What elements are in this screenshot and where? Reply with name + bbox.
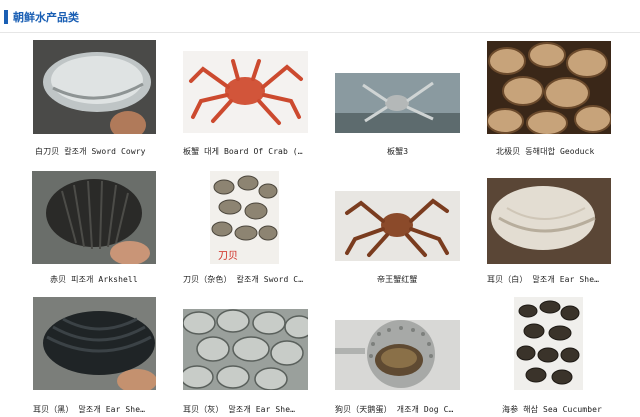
product-label[interactable]: 狗贝（天鹅蛋） 개조개 Dog C… — [335, 404, 453, 415]
product-label[interactable]: 耳贝（白） 말조개 Ear She… — [487, 274, 599, 285]
product-grid: 白刀贝 칼조개 Sword Cowry 板蟹 대게 Board Of Crab … — [0, 0, 640, 417]
svg-text:刀贝: 刀贝 — [218, 250, 238, 262]
product-label[interactable]: 板蟹 대게 Board Of Crab (… — [183, 146, 303, 157]
sea-cucumber-image[interactable] — [514, 297, 583, 390]
product-label[interactable]: 海参 해삼 Sea Cucumber — [502, 404, 602, 415]
product-label[interactable]: 帝王蟹红蟹 — [377, 274, 418, 285]
product-label[interactable]: 白刀贝 칼조개 Sword Cowry — [35, 146, 146, 157]
product-label[interactable]: 板蟹3 — [387, 146, 408, 157]
product-label[interactable]: 耳贝（灰） 말조개 Ear She… — [183, 404, 295, 415]
black-ear-shell-image[interactable] — [33, 297, 156, 390]
clam-shell-image[interactable] — [33, 40, 156, 134]
crab-in-tank-image[interactable] — [335, 73, 460, 133]
white-ear-shell-image[interactable] — [487, 178, 611, 264]
mixed-clams-image[interactable]: 刀贝 — [210, 171, 279, 264]
snow-crab-image[interactable] — [183, 51, 308, 133]
clams-pile-image[interactable] — [487, 41, 611, 134]
product-label[interactable]: 赤贝 피조개 Arkshell — [50, 274, 138, 285]
product-label[interactable]: 耳贝（黑） 말조개 Ear She… — [33, 404, 145, 415]
product-label[interactable]: 北极贝 동해대합 Geoduck — [496, 146, 594, 157]
dog-clam-image[interactable] — [335, 320, 460, 390]
grey-clams-image[interactable] — [183, 309, 308, 390]
ark-shell-image[interactable] — [32, 171, 156, 264]
king-crab-image[interactable] — [335, 191, 460, 261]
product-label[interactable]: 刀贝（杂色） 칼조개 Sword C… — [183, 274, 303, 285]
